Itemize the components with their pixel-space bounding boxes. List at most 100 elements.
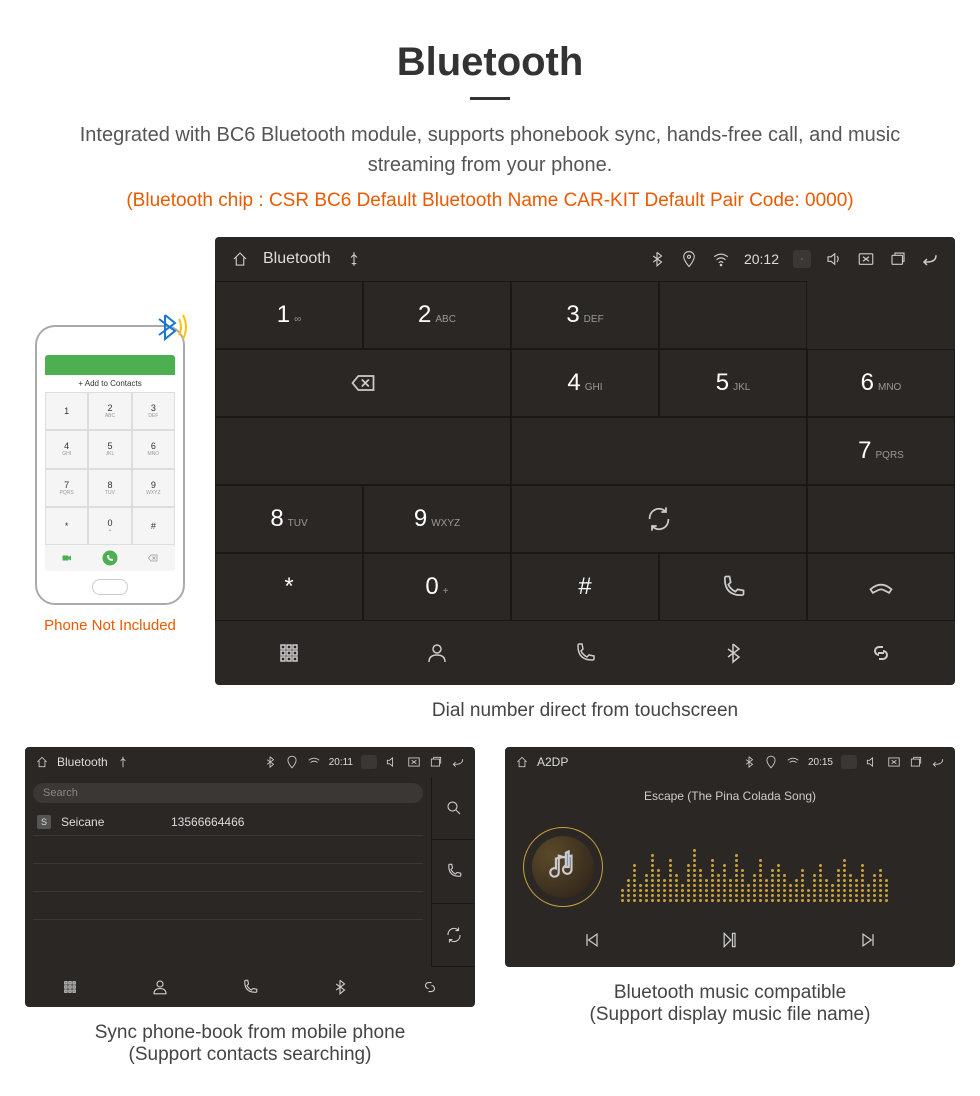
nav-keypad-icon[interactable] bbox=[25, 967, 115, 1007]
nav-pair-icon[interactable] bbox=[385, 967, 475, 1007]
phone-key: 4GHI bbox=[45, 430, 88, 468]
nav-bluetooth-icon[interactable] bbox=[295, 967, 385, 1007]
close-ad-icon[interactable] bbox=[887, 755, 901, 769]
contacts-list: Search S Seicane 13566664466 bbox=[25, 777, 431, 967]
call-icon[interactable] bbox=[432, 840, 475, 903]
eq-bar bbox=[741, 869, 744, 902]
dialer-time: 20:12 bbox=[744, 251, 779, 267]
dialer-bottom-nav bbox=[215, 621, 955, 685]
eq-bar bbox=[843, 859, 846, 902]
phone-key: 3DEF bbox=[132, 392, 175, 430]
camera-icon[interactable] bbox=[793, 250, 811, 268]
nav-call-log-icon[interactable] bbox=[511, 621, 659, 685]
eq-bar bbox=[651, 854, 654, 902]
eq-bar bbox=[765, 879, 768, 902]
nav-keypad-icon[interactable] bbox=[215, 621, 363, 685]
hangup-button[interactable] bbox=[807, 553, 955, 621]
nav-bluetooth-icon[interactable] bbox=[659, 621, 807, 685]
bluetooth-icon bbox=[263, 755, 277, 769]
dial-key-7[interactable]: 7PQRS bbox=[807, 417, 955, 485]
phone-key: 1 bbox=[45, 392, 88, 430]
eq-bar bbox=[885, 879, 888, 902]
dial-key-2[interactable]: 2ABC bbox=[363, 281, 511, 349]
wifi-icon bbox=[307, 755, 321, 769]
location-icon bbox=[680, 250, 698, 268]
eq-bar bbox=[813, 874, 816, 902]
camera-icon[interactable] bbox=[361, 755, 377, 769]
recents-icon[interactable] bbox=[429, 755, 443, 769]
back-icon[interactable] bbox=[921, 250, 939, 268]
eq-bar bbox=[645, 874, 648, 902]
phone-add-contacts: + Add to Contacts bbox=[45, 375, 175, 392]
dial-key-4[interactable]: 4GHI bbox=[511, 349, 659, 417]
eq-bar bbox=[783, 874, 786, 902]
dial-key-5[interactable]: 5JKL bbox=[659, 349, 807, 417]
eq-bar bbox=[669, 859, 672, 902]
page-description: Integrated with BC6 Bluetooth module, su… bbox=[60, 120, 920, 180]
empty-cell bbox=[511, 417, 807, 485]
volume-icon[interactable] bbox=[865, 755, 879, 769]
contact-row[interactable]: S Seicane 13566664466 bbox=[33, 809, 423, 836]
eq-bar bbox=[693, 849, 696, 902]
play-pause-icon[interactable] bbox=[720, 930, 740, 953]
contacts-time: 20:11 bbox=[329, 757, 353, 768]
phone-key: 8TUV bbox=[88, 469, 131, 507]
nav-contacts-icon[interactable] bbox=[115, 967, 205, 1007]
phone-key: 0+ bbox=[88, 507, 131, 545]
dial-key-9[interactable]: 9WXYZ bbox=[363, 485, 511, 553]
eq-bar bbox=[729, 879, 732, 902]
next-track-icon[interactable] bbox=[858, 930, 878, 953]
dial-key-8[interactable]: 8TUV bbox=[215, 485, 363, 553]
eq-bar bbox=[687, 864, 690, 902]
dial-key-*[interactable]: * bbox=[215, 553, 363, 621]
camera-icon[interactable] bbox=[841, 755, 857, 769]
eq-bar bbox=[873, 874, 876, 902]
sync-icon[interactable] bbox=[511, 485, 807, 553]
close-ad-icon[interactable] bbox=[857, 250, 875, 268]
eq-bar bbox=[831, 884, 834, 902]
title-underline bbox=[470, 97, 510, 100]
dial-key-6[interactable]: 6MNO bbox=[807, 349, 955, 417]
volume-icon[interactable] bbox=[825, 250, 843, 268]
home-icon[interactable] bbox=[515, 755, 529, 769]
eq-bar bbox=[675, 874, 678, 902]
dialer-device: Bluetooth 20:12 1∞2ABC3DEF4GHI5JKL6MNO7P… bbox=[215, 237, 955, 685]
recents-icon[interactable] bbox=[889, 250, 907, 268]
dialer-keypad: 1∞2ABC3DEF4GHI5JKL6MNO7PQRS 8TUV9WXYZ*0+# bbox=[215, 281, 955, 621]
phone-key: 2ABC bbox=[88, 392, 131, 430]
contact-row-empty bbox=[33, 836, 423, 864]
contacts-search[interactable]: Search bbox=[33, 783, 423, 803]
eq-bar bbox=[639, 884, 642, 902]
close-ad-icon[interactable] bbox=[407, 755, 421, 769]
eq-bar bbox=[855, 879, 858, 902]
back-icon[interactable] bbox=[931, 755, 945, 769]
back-icon[interactable] bbox=[451, 755, 465, 769]
home-icon[interactable] bbox=[35, 755, 49, 769]
phone-key: 5JKL bbox=[88, 430, 131, 468]
dial-key-3[interactable]: 3DEF bbox=[511, 281, 659, 349]
eq-bar bbox=[879, 869, 882, 902]
volume-icon[interactable] bbox=[385, 755, 399, 769]
usb-icon bbox=[345, 250, 363, 268]
music-album-icon bbox=[523, 827, 603, 907]
prev-track-icon[interactable] bbox=[582, 930, 602, 953]
contacts-caption: Sync phone-book from mobile phone (Suppo… bbox=[25, 1022, 475, 1066]
nav-pair-icon[interactable] bbox=[807, 621, 955, 685]
dial-key-0[interactable]: 0+ bbox=[363, 553, 511, 621]
eq-bar bbox=[837, 869, 840, 902]
eq-bar bbox=[657, 869, 660, 902]
nav-contacts-icon[interactable] bbox=[363, 621, 511, 685]
eq-bar bbox=[723, 864, 726, 902]
recents-icon[interactable] bbox=[909, 755, 923, 769]
nav-call-log-icon[interactable] bbox=[205, 967, 295, 1007]
home-icon[interactable] bbox=[231, 250, 249, 268]
dial-key-1[interactable]: 1∞ bbox=[215, 281, 363, 349]
sync-icon[interactable] bbox=[432, 904, 475, 967]
dial-key-#[interactable]: # bbox=[511, 553, 659, 621]
call-button[interactable] bbox=[659, 553, 807, 621]
backspace-icon[interactable] bbox=[215, 349, 511, 417]
eq-bar bbox=[801, 869, 804, 902]
phone-video-icon bbox=[45, 545, 88, 571]
search-icon[interactable] bbox=[432, 777, 475, 840]
eq-bar bbox=[663, 879, 666, 902]
